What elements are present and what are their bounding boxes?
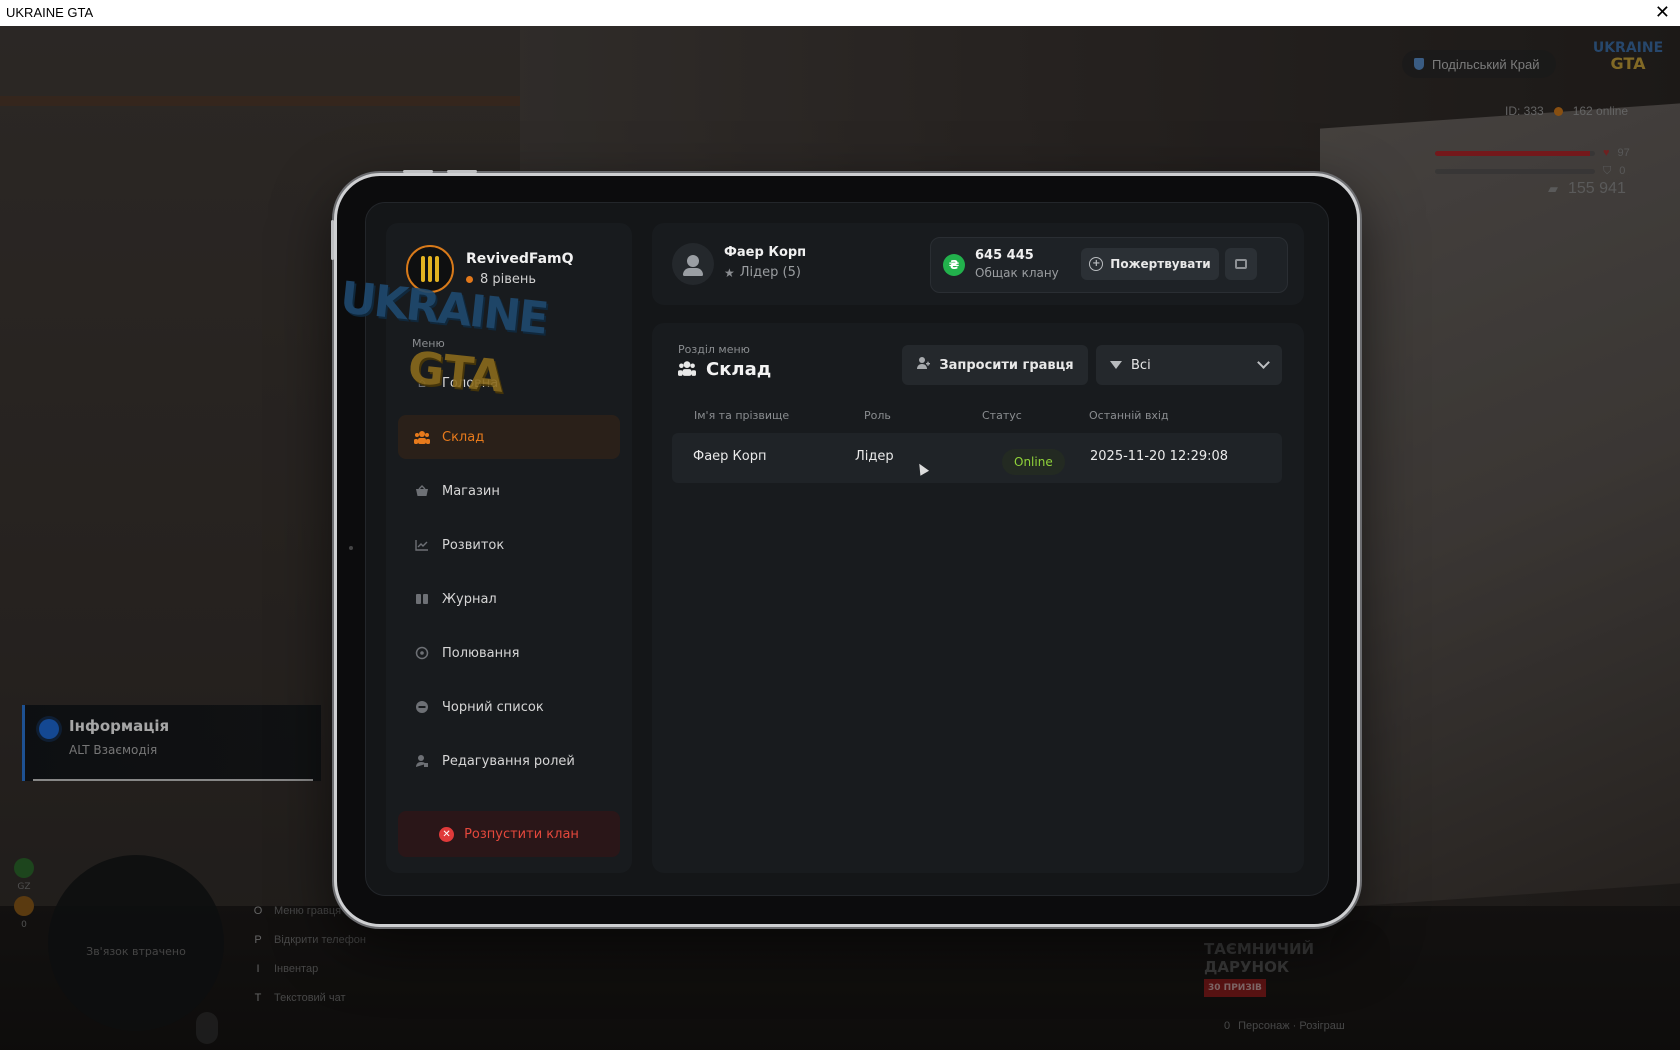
- clan-level: 8 рівень: [466, 272, 574, 287]
- sidebar-item-label: Полювання: [442, 645, 520, 661]
- menu-caption: Меню: [412, 337, 445, 350]
- role-filter-select[interactable]: Всі: [1096, 345, 1282, 385]
- section-title: Склад: [678, 359, 771, 380]
- disband-label: Розпустити клан: [464, 826, 579, 842]
- sidebar-item-home[interactable]: ⌂ Головна: [398, 361, 620, 405]
- clan-tablet: RevivedFamQ 8 рівень Меню ⌂ Головна Скла…: [331, 170, 1360, 927]
- member-name: Фаер Корп: [693, 449, 767, 464]
- bank-amount: 645 445: [975, 248, 1034, 263]
- sidebar-item-label: Магазин: [442, 483, 500, 499]
- clan-profile: RevivedFamQ 8 рівень: [406, 245, 574, 293]
- hryvnia-coin-icon: ₴: [943, 254, 965, 276]
- tablet-button: [447, 170, 477, 173]
- member-role: Лідер: [855, 449, 894, 464]
- donate-button[interactable]: + Пожертвувати: [1081, 248, 1219, 280]
- members-panel: Розділ меню Склад Запросити гравця Всі І: [652, 323, 1304, 873]
- sidebar-item-label: Журнал: [442, 591, 497, 607]
- leader-role: ★ Лідер (5): [724, 265, 801, 280]
- user-edit-icon: [414, 753, 430, 769]
- basket-icon: [414, 483, 430, 499]
- leader-name: Фаер Корп: [724, 245, 807, 260]
- sidebar-item-members[interactable]: Склад: [398, 415, 620, 459]
- bank-label: Общак клану: [975, 266, 1059, 280]
- sidebar-item-label: Редагування ролей: [442, 753, 575, 769]
- clan-level-text: 8 рівень: [480, 272, 537, 287]
- minus-circle-icon: [414, 699, 430, 715]
- status-badge: Online: [1002, 449, 1065, 475]
- donate-label: Пожертвувати: [1110, 257, 1211, 271]
- star-icon: ★: [724, 265, 735, 280]
- tablet-camera: [349, 546, 353, 550]
- tablet-button: [403, 170, 433, 173]
- tablet-screen: RevivedFamQ 8 рівень Меню ⌂ Головна Скла…: [365, 202, 1329, 896]
- home-icon: ⌂: [417, 375, 427, 391]
- clan-emblem-icon: [421, 256, 439, 282]
- box-icon: [1235, 259, 1247, 269]
- add-user-icon: [916, 356, 931, 374]
- column-status: Статус: [982, 409, 1022, 422]
- close-circle-icon: ✕: [439, 826, 455, 842]
- filter-value: Всі: [1131, 357, 1151, 373]
- leader-avatar: [672, 243, 714, 285]
- window-titlebar: UKRAINE GTA ✕: [0, 0, 1680, 27]
- sidebar-item-label: Чорний список: [442, 699, 544, 715]
- sidebar-item-role-editing[interactable]: Редагування ролей: [398, 739, 620, 783]
- invite-player-button[interactable]: Запросити гравця: [902, 345, 1088, 385]
- sidebar-item-label: Головна: [442, 375, 499, 391]
- section-caption: Розділ меню: [678, 343, 750, 356]
- user-icon: [683, 255, 703, 276]
- clan-bank: ₴ 645 445 Общак клану + Пожертвувати: [930, 237, 1288, 293]
- clan-name: RevivedFamQ: [466, 251, 574, 267]
- clan-avatar: [406, 245, 454, 293]
- people-icon: [678, 360, 696, 380]
- filter-icon: [1110, 361, 1122, 369]
- column-name: Ім'я та прізвище: [694, 409, 790, 422]
- table-row[interactable]: Фаер Корп Лідер Online 2025-11-20 12:29:…: [672, 433, 1282, 483]
- column-role: Роль: [864, 409, 891, 422]
- sidebar-item-development[interactable]: Розвиток: [398, 523, 620, 567]
- clan-header: Фаер Корп ★ Лідер (5) ₴ 645 445 Общак кл…: [652, 223, 1304, 305]
- column-last-login: Останній вхід: [1089, 409, 1169, 422]
- section-title-text: Склад: [706, 359, 772, 380]
- disband-clan-button[interactable]: ✕ Розпустити клан: [398, 811, 620, 857]
- leader-role-text: Лідер (5): [739, 265, 801, 280]
- bank-history-button[interactable]: [1225, 248, 1257, 280]
- sidebar-item-shop[interactable]: Магазин: [398, 469, 620, 513]
- chevron-down-icon: [1257, 355, 1270, 369]
- people-icon: [414, 429, 430, 445]
- sidebar-item-journal[interactable]: Журнал: [398, 577, 620, 621]
- plus-circle-icon: +: [1089, 257, 1104, 271]
- window-title: UKRAINE GTA: [6, 5, 94, 20]
- sidebar-item-blacklist[interactable]: Чорний список: [398, 685, 620, 729]
- sidebar-menu: ⌂ Головна Склад Магазин Розвиток Журнал …: [398, 361, 620, 793]
- sidebar-item-label: Склад: [442, 429, 485, 445]
- tablet-side-button: [331, 220, 334, 260]
- sidebar-item-label: Розвиток: [442, 537, 505, 553]
- window-close-icon[interactable]: ✕: [1655, 2, 1670, 23]
- level-dot-icon: [466, 276, 473, 283]
- invite-label: Запросити гравця: [939, 357, 1074, 373]
- chart-icon: [414, 537, 430, 553]
- member-last-login: 2025-11-20 12:29:08: [1090, 449, 1229, 464]
- book-icon: [414, 591, 430, 607]
- clan-sidebar: RevivedFamQ 8 рівень Меню ⌂ Головна Скла…: [386, 223, 632, 873]
- crosshair-icon: [414, 645, 430, 661]
- sidebar-item-hunting[interactable]: Полювання: [398, 631, 620, 675]
